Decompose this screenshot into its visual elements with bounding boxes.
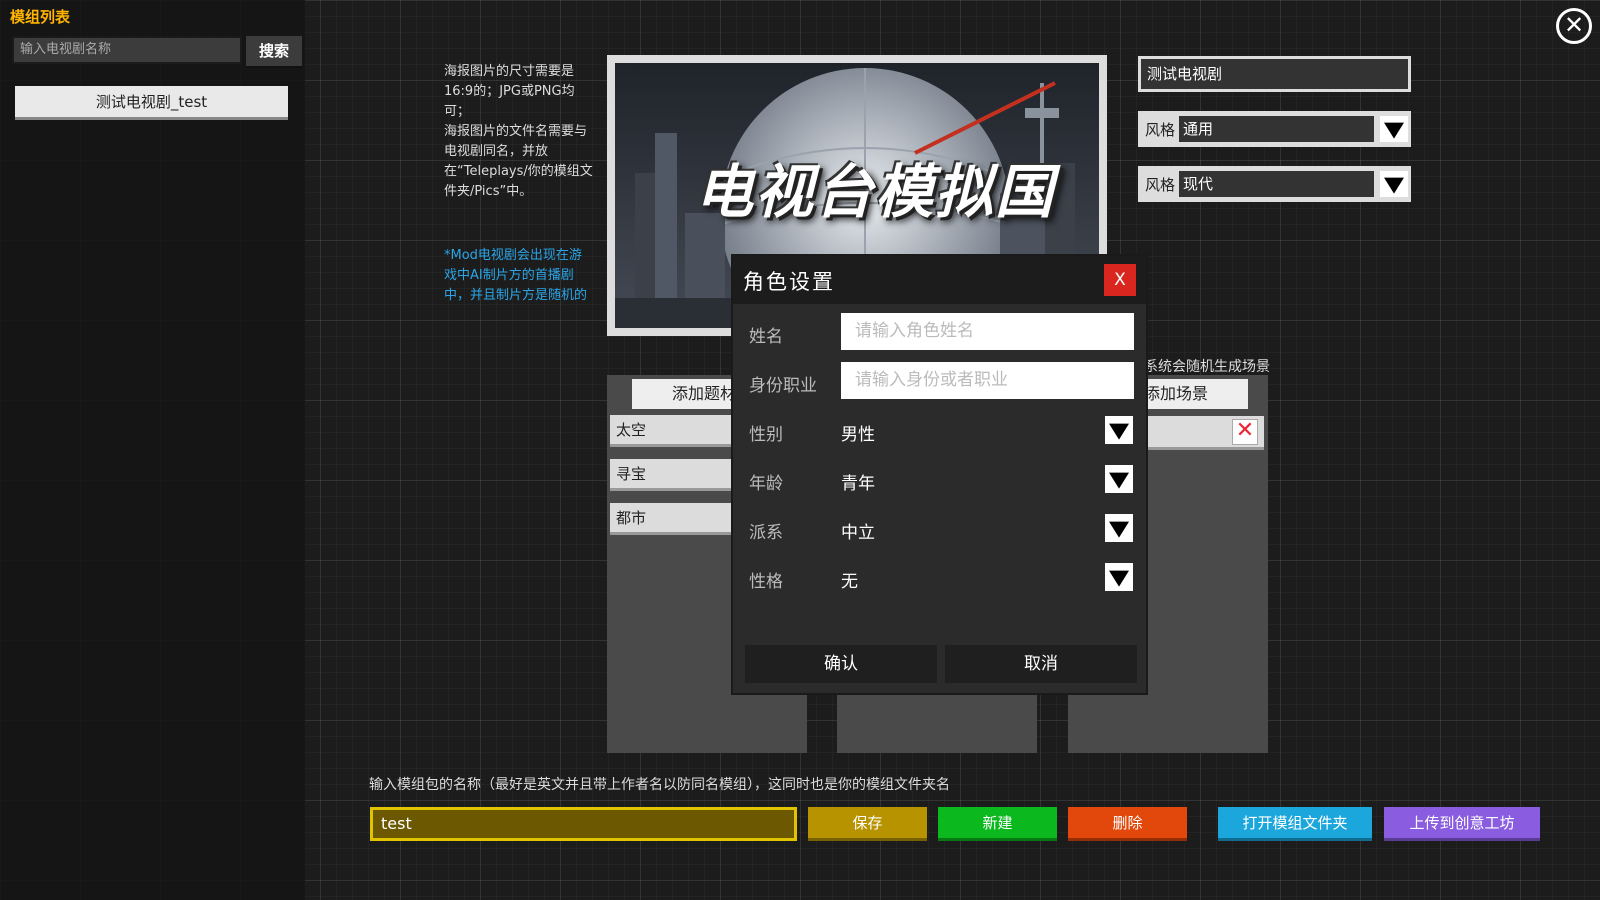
package-name-input[interactable]: test bbox=[370, 807, 797, 841]
delete-icon[interactable]: ✕ bbox=[1232, 419, 1258, 445]
mod-list-panel bbox=[0, 0, 305, 900]
gender-value[interactable]: 男性 bbox=[841, 420, 875, 445]
dialog-close-button[interactable]: X bbox=[1104, 264, 1136, 296]
dialog-header: 角色设置 X bbox=[733, 256, 1146, 304]
gender-label: 性别 bbox=[749, 425, 783, 445]
faction-value[interactable]: 中立 bbox=[841, 518, 875, 543]
poster-info-text: 海报图片的尺寸需要是16:9的；JPG或PNG均可； 海报图片的文件名需要与电视… bbox=[444, 64, 593, 199]
style-value: 通用 bbox=[1179, 116, 1374, 142]
chevron-down-icon[interactable] bbox=[1105, 416, 1133, 444]
package-name-hint: 输入模组包的名称（最好是英文并且带上作者名以防同名模组），这同时也是你的模组文件… bbox=[369, 777, 950, 793]
search-button[interactable]: 搜索 bbox=[246, 36, 302, 68]
cancel-button[interactable]: 取消 bbox=[945, 645, 1137, 683]
delete-button[interactable]: 删除 bbox=[1068, 807, 1187, 841]
chevron-down-icon[interactable] bbox=[1105, 514, 1133, 542]
mod-list-item[interactable]: 测试电视剧_test bbox=[15, 86, 288, 120]
style-select-1[interactable]: 风格 通用 bbox=[1138, 111, 1411, 147]
close-icon[interactable]: ✕ bbox=[1556, 8, 1592, 44]
tv-name-value: 测试电视剧 bbox=[1141, 59, 1408, 89]
job-input[interactable]: 请输入身份或者职业 bbox=[841, 362, 1134, 399]
mod-list-title: 模组列表 bbox=[10, 8, 71, 26]
dialog-title: 角色设置 bbox=[743, 270, 835, 294]
style-label: 风格 bbox=[1145, 175, 1176, 194]
chevron-down-icon[interactable] bbox=[1380, 171, 1408, 197]
poster-note-text: *Mod电视剧会出现在游戏中AI制片方的首播剧中，并且制片方是随机的 bbox=[444, 248, 588, 303]
chevron-down-icon[interactable] bbox=[1105, 563, 1133, 591]
upload-workshop-button[interactable]: 上传到创意工坊 bbox=[1384, 807, 1540, 841]
style-select-2[interactable]: 风格 现代 bbox=[1138, 166, 1411, 202]
faction-label: 派系 bbox=[749, 523, 783, 543]
add-scene-button[interactable]: 添加场景 bbox=[1140, 379, 1248, 409]
confirm-button[interactable]: 确认 bbox=[745, 645, 937, 683]
style-label: 风格 bbox=[1145, 120, 1176, 139]
scene-hint: 系统会随机生成场景 bbox=[1144, 359, 1270, 375]
personality-value[interactable]: 无 bbox=[841, 567, 858, 592]
poster-title-art: 电视台模拟国 bbox=[695, 158, 1056, 226]
style-value: 现代 bbox=[1179, 171, 1374, 197]
character-settings-dialog: 角色设置 X 姓名 请输入角色姓名 身份职业 请输入身份或者职业 性别 男性 年… bbox=[731, 254, 1148, 695]
tv-name-field[interactable]: 测试电视剧 bbox=[1138, 56, 1411, 92]
save-button[interactable]: 保存 bbox=[808, 807, 927, 841]
name-input[interactable]: 请输入角色姓名 bbox=[841, 313, 1134, 350]
age-value[interactable]: 青年 bbox=[841, 469, 875, 494]
open-folder-button[interactable]: 打开模组文件夹 bbox=[1218, 807, 1372, 841]
job-label: 身份职业 bbox=[749, 376, 817, 396]
scene-item[interactable]: ✕ bbox=[1140, 416, 1264, 450]
new-button[interactable]: 新建 bbox=[938, 807, 1057, 841]
chevron-down-icon[interactable] bbox=[1380, 116, 1408, 142]
personality-label: 性格 bbox=[749, 572, 783, 592]
chevron-down-icon[interactable] bbox=[1105, 465, 1133, 493]
age-label: 年龄 bbox=[749, 474, 783, 494]
search-input[interactable]: 输入电视剧名称 bbox=[12, 36, 242, 64]
name-label: 姓名 bbox=[749, 327, 783, 347]
